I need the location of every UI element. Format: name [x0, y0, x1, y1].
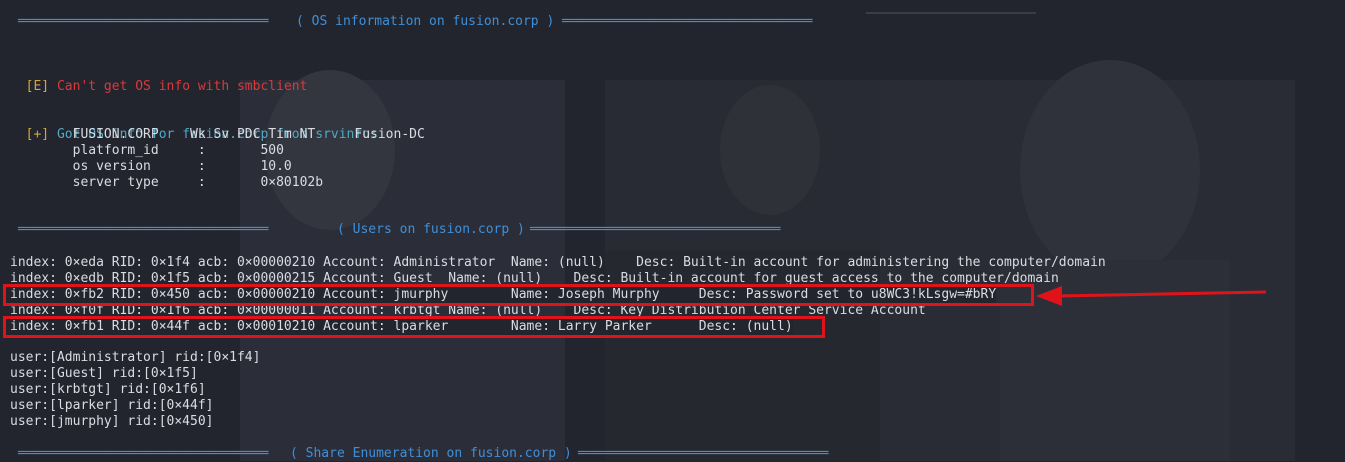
- section-rule-left: ════════════════════════════════: [18, 222, 269, 237]
- users-section-title: ( Users on fusion.corp ): [337, 222, 525, 237]
- section-rule-right: ════════════════════════════════: [562, 14, 813, 29]
- os-info-line: [+] Got OS info for fusion.corp from srv…: [10, 111, 378, 142]
- user-row: index: 0×eda RID: 0×1f4 acb: 0×00000210 …: [10, 255, 1106, 270]
- error-message: Can't get OS info with smbclient: [49, 79, 308, 94]
- user-list-item: user:[lparker] rid:[0×44f]: [10, 398, 214, 413]
- user-list-item: user:[Administrator] rid:[0×1f4]: [10, 350, 261, 365]
- share-section-title: ( Share Enumeration on fusion.corp ): [290, 446, 572, 461]
- error-tag: [E]: [25, 79, 50, 94]
- os-row: platform_id : 500: [10, 143, 284, 158]
- os-section-title: ( OS information on fusion.corp ): [296, 14, 555, 29]
- os-row: server type : 0×80102b: [10, 175, 324, 190]
- error-line: [E] Can't get OS info with smbclient: [10, 63, 308, 94]
- user-list-item: user:[Guest] rid:[0×1f5]: [10, 366, 198, 381]
- highlight-box-lparker: [3, 316, 825, 338]
- section-rule-left: ════════════════════════════════: [18, 14, 269, 29]
- user-list-item: user:[jmurphy] rid:[0×450]: [10, 414, 214, 429]
- section-rule-right: ════════════════════════════════: [578, 446, 829, 461]
- os-row: os version : 10.0: [10, 159, 292, 174]
- section-rule-right: ════════════════════════════════: [530, 222, 781, 237]
- section-rule-left: ════════════════════════════════: [18, 446, 269, 461]
- highlight-box-jmurphy: [3, 284, 1034, 306]
- user-list-item: user:[krbtgt] rid:[0×1f6]: [10, 382, 206, 397]
- os-row: FUSION.CORP Wk Sv PDC Tim NT Fusion-DC: [10, 127, 425, 142]
- top-divider: [866, 12, 1036, 14]
